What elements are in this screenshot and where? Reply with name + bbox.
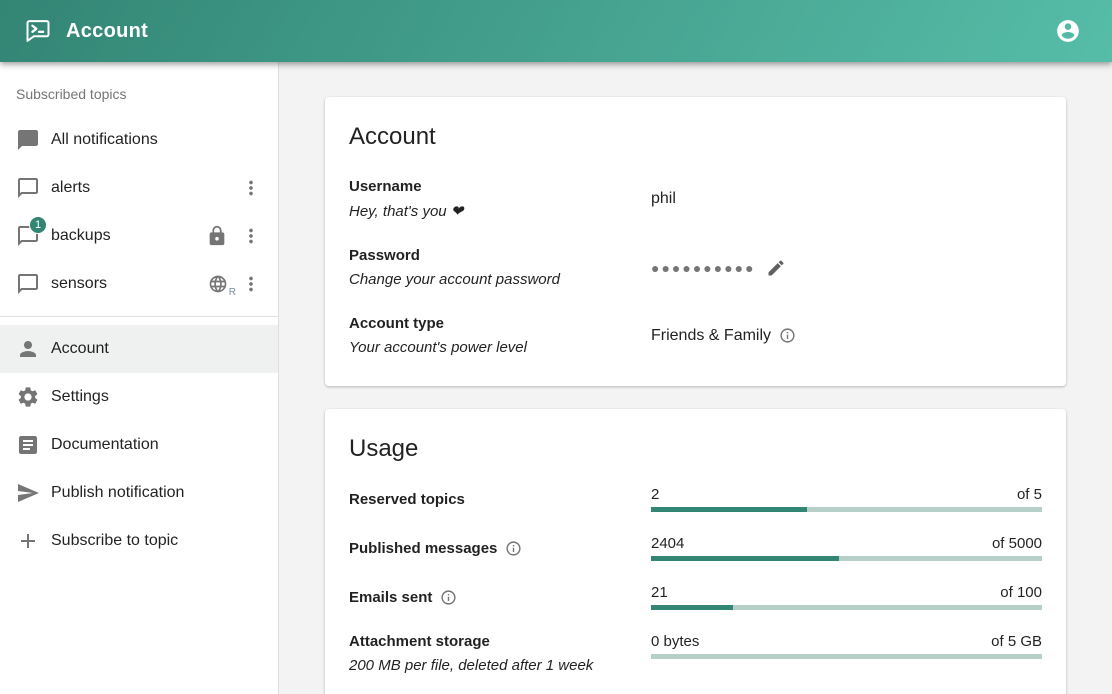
chat-bubble-outline-icon <box>16 176 51 200</box>
progress-bar <box>651 556 1042 561</box>
attachment-storage-row: Attachment storage 200 MB per file, dele… <box>349 633 1042 674</box>
sidebar-divider <box>0 316 278 317</box>
reserved-topics-label: Reserved topics <box>349 491 465 508</box>
sidebar-item-settings[interactable]: Settings <box>0 373 278 421</box>
info-icon[interactable] <box>505 540 522 557</box>
edit-password-button[interactable] <box>766 258 786 278</box>
sidebar-item-label: All notifications <box>51 131 262 149</box>
gear-icon <box>16 385 51 409</box>
info-icon[interactable] <box>779 327 796 344</box>
username-value: phil <box>651 190 676 208</box>
sidebar-item-label: backups <box>51 227 206 245</box>
username-label: Username <box>349 178 651 195</box>
emails-sent-label: Emails sent <box>349 589 432 606</box>
attachment-storage-caption: 200 MB per file, deleted after 1 week <box>349 657 651 674</box>
progress-bar <box>651 654 1042 659</box>
account-type-row: Account type Your account's power level … <box>349 315 1042 356</box>
sidebar-item-label: Publish notification <box>51 484 262 502</box>
sidebar-item-topic-backups[interactable]: 1 backups <box>0 212 278 260</box>
username-row: Username Hey, that's you ❤ phil <box>349 178 1042 220</box>
sidebar-item-label: sensors <box>51 275 208 293</box>
account-type-value: Friends & Family <box>651 327 771 345</box>
topic-menu-button[interactable] <box>240 177 262 199</box>
progress-fill <box>651 556 839 561</box>
account-type-caption: Your account's power level <box>349 339 651 356</box>
unread-count-badge: 1 <box>29 216 47 234</box>
usage-limit: of 100 <box>1000 584 1042 601</box>
pencil-icon <box>766 258 786 278</box>
main-content: Account Username Hey, that's you ❤ phil … <box>279 62 1112 694</box>
progress-fill <box>651 507 807 512</box>
usage-card: Usage Reserved topics 2 of 5 <box>325 409 1066 694</box>
sidebar-item-topic-sensors[interactable]: sensors R <box>0 260 278 308</box>
sidebar-item-publish-notification[interactable]: Publish notification <box>0 469 278 517</box>
reserved-topics-row: Reserved topics 2 of 5 <box>349 486 1042 512</box>
sidebar-item-all-notifications[interactable]: All notifications <box>0 116 278 164</box>
subscribed-topics-heading: Subscribed topics <box>0 68 278 116</box>
usage-value: 0 bytes <box>651 633 699 650</box>
sidebar-item-topic-alerts[interactable]: alerts <box>0 164 278 212</box>
ntfy-logo-icon <box>24 17 52 45</box>
progress-bar <box>651 507 1042 512</box>
reserved-topics-meter: 2 of 5 <box>651 486 1042 512</box>
progress-fill <box>651 605 733 610</box>
app-bar: Account <box>0 0 1112 62</box>
password-caption: Change your account password <box>349 271 651 288</box>
account-type-label: Account type <box>349 315 651 332</box>
topic-menu-button[interactable] <box>240 273 262 295</box>
chat-bubble-filled-icon <box>16 128 51 152</box>
usage-value: 21 <box>651 584 668 601</box>
sidebar-item-account[interactable]: Account <box>0 325 278 373</box>
chat-bubble-outline-icon: 1 <box>16 224 51 248</box>
emails-sent-row: Emails sent 21 of 100 <box>349 584 1042 610</box>
globe-reserved-icon: R <box>208 274 228 294</box>
attachment-storage-label: Attachment storage <box>349 633 490 650</box>
page-title: Account <box>66 20 148 43</box>
sidebar-item-label: alerts <box>51 179 240 197</box>
article-icon <box>16 433 51 457</box>
sidebar: Subscribed topics All notifications aler… <box>0 62 279 694</box>
sidebar-item-label: Account <box>51 340 262 358</box>
info-icon[interactable] <box>440 589 457 606</box>
username-caption: Hey, that's you ❤ <box>349 202 651 220</box>
lock-icon <box>206 225 228 247</box>
password-masked-value: ●●●●●●●●●● <box>651 260 756 276</box>
sidebar-item-documentation[interactable]: Documentation <box>0 421 278 469</box>
password-label: Password <box>349 247 651 264</box>
topic-menu-button[interactable] <box>240 225 262 247</box>
usage-value: 2404 <box>651 535 684 552</box>
kebab-menu-icon <box>240 273 262 295</box>
emails-sent-meter: 21 of 100 <box>651 584 1042 610</box>
plus-icon <box>16 529 51 553</box>
usage-limit: of 5 <box>1017 486 1042 503</box>
kebab-menu-icon <box>240 177 262 199</box>
usage-limit: of 5 GB <box>991 633 1042 650</box>
password-row: Password Change your account password ●●… <box>349 247 1042 288</box>
account-card-title: Account <box>349 123 1042 151</box>
chat-bubble-outline-icon <box>16 272 51 296</box>
send-icon <box>16 481 51 505</box>
content-layout: Subscribed topics All notifications aler… <box>0 62 1112 694</box>
sidebar-item-label: Settings <box>51 388 262 406</box>
sidebar-item-subscribe-to-topic[interactable]: Subscribe to topic <box>0 517 278 565</box>
usage-card-title: Usage <box>349 435 1042 463</box>
kebab-menu-icon <box>240 225 262 247</box>
usage-value: 2 <box>651 486 659 503</box>
account-circle-button[interactable] <box>1048 11 1088 51</box>
published-messages-label: Published messages <box>349 540 497 557</box>
reserved-marker: R <box>229 287 236 298</box>
progress-bar <box>651 605 1042 610</box>
account-circle-icon <box>1055 18 1081 44</box>
sidebar-item-label: Documentation <box>51 436 262 454</box>
published-messages-meter: 2404 of 5000 <box>651 535 1042 561</box>
usage-limit: of 5000 <box>992 535 1042 552</box>
attachment-storage-meter: 0 bytes of 5 GB <box>651 633 1042 659</box>
person-icon <box>16 337 51 361</box>
published-messages-row: Published messages 2404 of 5000 <box>349 535 1042 561</box>
sidebar-item-label: Subscribe to topic <box>51 532 262 550</box>
account-card: Account Username Hey, that's you ❤ phil … <box>325 97 1066 386</box>
